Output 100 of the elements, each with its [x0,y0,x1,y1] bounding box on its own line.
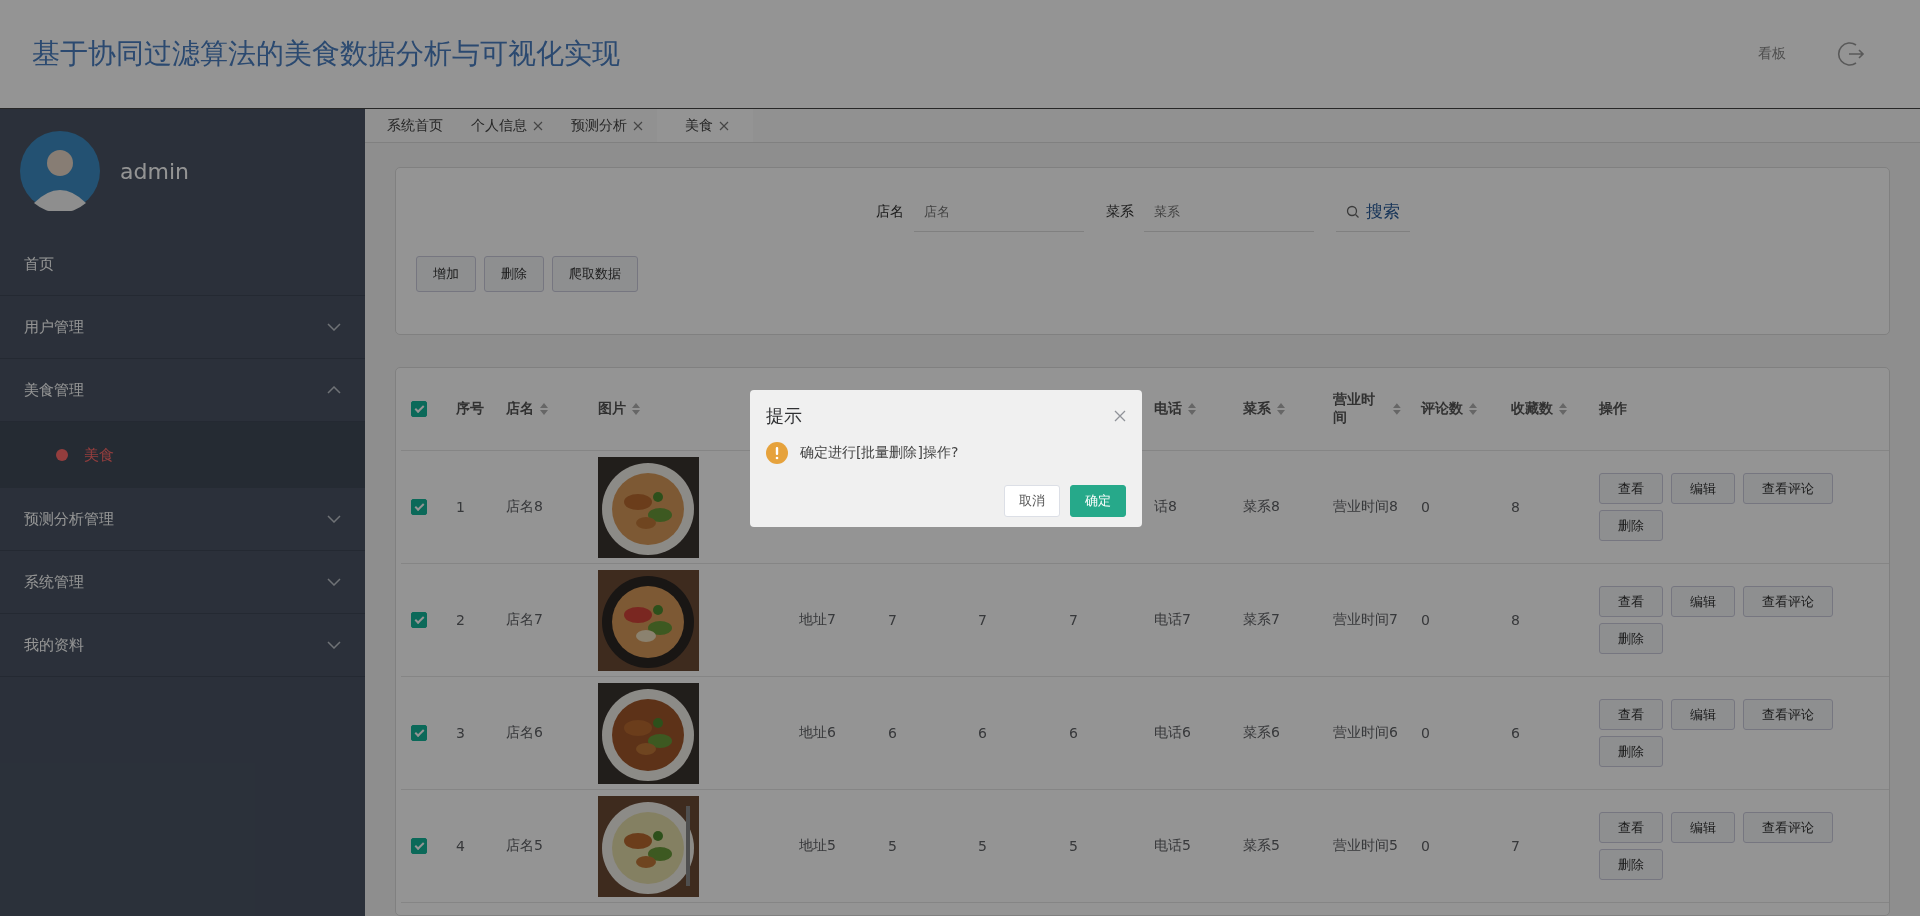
table-cell: 菜系8 [1243,498,1280,516]
row-action-button[interactable]: 删除 [1599,510,1663,541]
table-cell: 地址6 [799,724,836,742]
sort-icon[interactable] [540,403,548,415]
table-cell: 店名7 [506,611,543,629]
menu-item[interactable]: 系统管理 [0,551,365,614]
search-button[interactable]: 搜索 [1335,192,1410,232]
row-checkbox[interactable] [411,838,427,854]
table-cell: 7 [888,612,897,628]
sort-icon[interactable] [632,403,640,415]
menu-item[interactable]: 我的资料 [0,614,365,677]
column-header: 序号 [456,400,484,418]
action-button[interactable]: 删除 [484,256,544,292]
table-cell: 7 [1069,612,1078,628]
row-action-button[interactable]: 编辑 [1671,812,1735,843]
row-checkbox[interactable] [411,499,427,515]
table-cell: 7 [1511,838,1520,854]
sort-icon[interactable] [1393,403,1401,415]
sort-icon[interactable] [1469,403,1477,415]
table-cell: 5 [888,838,897,854]
row-action-button[interactable]: 编辑 [1671,473,1735,504]
table-cell: 7 [978,612,987,628]
table-cell: 0 [1421,499,1430,515]
select-all-checkbox[interactable] [411,401,427,417]
search-field[interactable]: 店名 [913,192,1084,232]
row-action-button[interactable]: 查看评论 [1743,812,1833,843]
menu-item[interactable]: 首页 [0,233,365,296]
table-cell: 2 [456,612,465,628]
logout-icon[interactable] [1836,39,1866,69]
column-header: 电话 [1154,400,1182,418]
column-header: 店名 [506,400,534,418]
field-label: 菜系 [1105,203,1134,221]
table-cell: 0 [1421,612,1430,628]
cancel-button[interactable]: 取消 [1004,485,1060,517]
table-cell: 营业时间7 [1333,611,1398,629]
column-header: 操作 [1599,400,1627,418]
table-cell: 菜系7 [1243,611,1280,629]
tab[interactable]: 个人信息 [457,109,557,142]
column-header: 评论数 [1421,400,1463,418]
table-cell: 电话6 [1154,724,1191,742]
row-checkbox[interactable] [411,725,427,741]
column-header: 收藏数 [1511,400,1553,418]
table-cell: 6 [1069,725,1078,741]
row-action-button[interactable]: 编辑 [1671,699,1735,730]
row-action-button[interactable]: 编辑 [1671,586,1735,617]
table-cell: 营业时间6 [1333,724,1398,742]
sort-icon[interactable] [1559,403,1567,415]
chevron-icon [327,641,341,649]
row-action-button[interactable]: 查看 [1599,586,1663,617]
table-cell: 店名5 [506,837,543,855]
search-field[interactable]: 菜系 [1143,192,1314,232]
table-cell: 营业时间5 [1333,837,1398,855]
close-icon[interactable] [719,120,729,131]
app-title: 基于协同过滤算法的美食数据分析与可视化实现 [32,36,620,72]
row-action-button[interactable]: 删除 [1599,849,1663,880]
dashboard-link[interactable]: 看板 [1758,45,1786,63]
table-cell: 菜系6 [1243,724,1280,742]
table-cell: 地址5 [799,837,836,855]
chevron-icon [327,578,341,586]
row-action-button[interactable]: 查看 [1599,812,1663,843]
table-cell: 8 [1511,612,1520,628]
table-cell: 1 [456,499,465,515]
close-icon[interactable] [1114,410,1126,422]
action-button[interactable]: 爬取数据 [552,256,638,292]
tab[interactable]: 系统首页 [373,109,457,142]
column-header: 图片 [598,400,626,418]
warning-icon [766,442,788,464]
table-cell: 营业时间8 [1333,498,1398,516]
table-cell: 5 [1069,838,1078,854]
row-action-button[interactable]: 查看评论 [1743,699,1833,730]
column-header: 菜系 [1243,400,1271,418]
table-cell: 电话5 [1154,837,1191,855]
chevron-icon [327,515,341,523]
action-button[interactable]: 增加 [416,256,476,292]
table-cell: 地址7 [799,611,836,629]
table-cell: 8 [1511,499,1520,515]
row-action-button[interactable]: 查看 [1599,699,1663,730]
close-icon[interactable] [633,120,643,131]
table-cell: 6 [978,725,987,741]
row-action-button[interactable]: 删除 [1599,736,1663,767]
column-header: 营业时间 [1333,391,1376,427]
close-icon[interactable] [533,120,543,131]
chevron-icon [327,386,341,394]
table-cell: 5 [978,838,987,854]
row-action-button[interactable]: 查看评论 [1743,586,1833,617]
menu-item[interactable]: 用户管理 [0,296,365,359]
row-action-button[interactable]: 查看 [1599,473,1663,504]
table-cell: 店名6 [506,724,543,742]
table-cell: 6 [1511,725,1520,741]
table-cell: 6 [888,725,897,741]
row-action-button[interactable]: 查看评论 [1743,473,1833,504]
row-checkbox[interactable] [411,612,427,628]
tab[interactable]: 预测分析 [557,109,657,142]
sort-icon[interactable] [1277,403,1285,415]
confirm-button[interactable]: 确定 [1070,485,1126,517]
row-action-button[interactable]: 删除 [1599,623,1663,654]
menu-item[interactable]: 预测分析管理 [0,488,365,551]
table-cell: 菜系5 [1243,837,1280,855]
sort-icon[interactable] [1188,403,1196,415]
dialog-message: 确定进行[批量删除]操作? [800,444,959,462]
